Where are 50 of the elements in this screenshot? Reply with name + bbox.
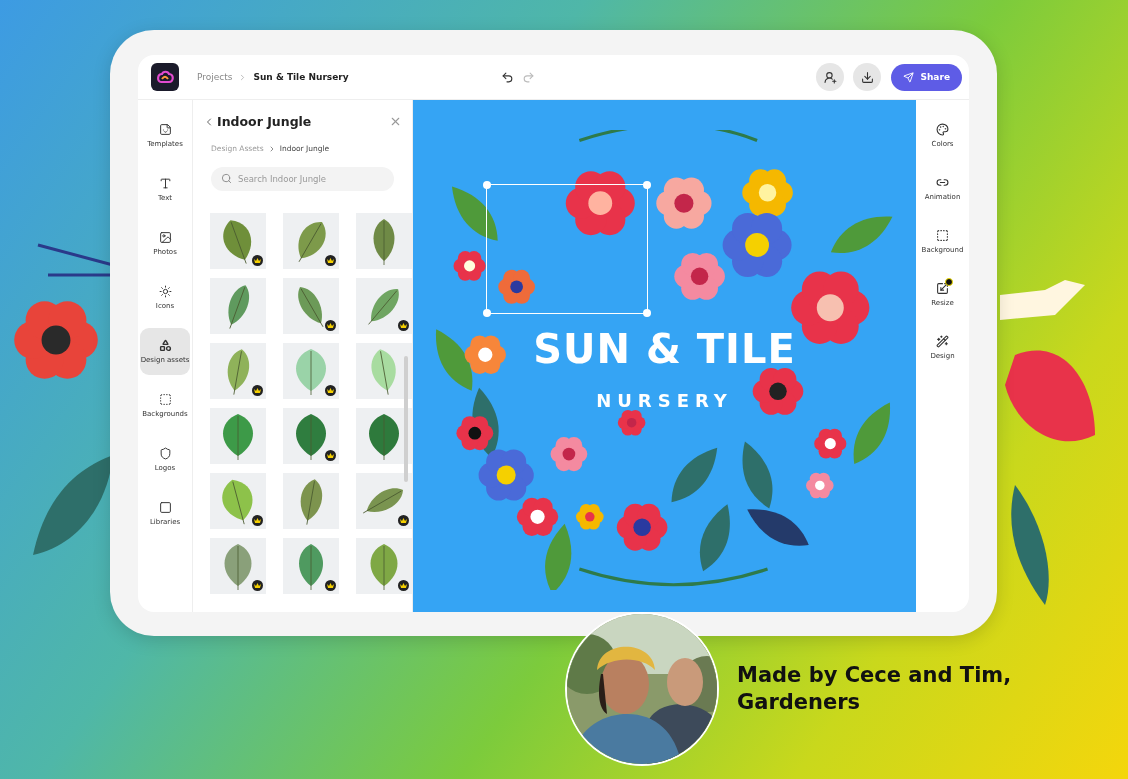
selection-box[interactable]: [486, 184, 648, 314]
asset-thumbnail[interactable]: [356, 473, 412, 529]
tab-icon: [158, 123, 172, 136]
asset-thumbnail[interactable]: [283, 473, 339, 529]
asset-thumbnail[interactable]: [283, 343, 339, 399]
redo-icon: [522, 70, 536, 84]
tab-icon: [158, 501, 172, 514]
asset-thumbnail[interactable]: [210, 278, 266, 334]
tool-icon: [936, 335, 949, 348]
search-icon: [221, 173, 232, 184]
search-field[interactable]: Search Indoor Jungle: [211, 167, 394, 191]
caption-text: Made by Cece and Tim, Gardeners: [737, 662, 1013, 717]
tool-icon: [936, 229, 949, 242]
tab-icon: [158, 177, 172, 190]
tab-icon: [158, 285, 172, 298]
download-icon: [861, 70, 874, 84]
add-user-icon: [824, 70, 837, 84]
asset-thumbnail[interactable]: [356, 278, 412, 334]
asset-thumbnail[interactable]: [210, 343, 266, 399]
tool-icon: [936, 123, 949, 136]
asset-thumbnail[interactable]: [210, 408, 266, 464]
invite-button[interactable]: [816, 63, 845, 91]
panel-title: Indoor Jungle: [217, 114, 313, 129]
scrollbar[interactable]: [404, 356, 408, 482]
tab-icon: [158, 339, 172, 352]
tool-icon: [936, 282, 949, 295]
close-icon[interactable]: [389, 115, 402, 128]
asset-thumbnail[interactable]: [283, 278, 339, 334]
breadcrumb-link[interactable]: Projects: [197, 72, 233, 82]
asset-thumbnail[interactable]: [356, 538, 412, 594]
share-button[interactable]: Share: [891, 63, 962, 91]
asset-thumbnail[interactable]: [283, 213, 339, 269]
tab-icon: [158, 231, 172, 244]
asset-thumbnail[interactable]: [283, 408, 339, 464]
download-button[interactable]: [853, 63, 882, 91]
undo-icon: [501, 70, 515, 84]
asset-thumbnail[interactable]: [210, 538, 266, 594]
asset-thumbnail[interactable]: [356, 343, 412, 399]
asset-thumbnail[interactable]: [210, 213, 266, 269]
paper-plane-icon: [903, 71, 915, 83]
asset-thumbnail[interactable]: [356, 408, 412, 464]
breadcrumb-link[interactable]: Sun & Tile Nursery: [253, 72, 349, 82]
app-logo[interactable]: [151, 63, 179, 91]
asset-thumbnail[interactable]: [356, 213, 412, 269]
tab-icon: [158, 447, 172, 460]
asset-thumbnail[interactable]: [283, 538, 339, 594]
asset-thumbnail[interactable]: [210, 473, 266, 529]
tool-icon: [936, 176, 949, 189]
undo-button[interactable]: [501, 70, 515, 84]
tab-icon: [158, 393, 172, 406]
